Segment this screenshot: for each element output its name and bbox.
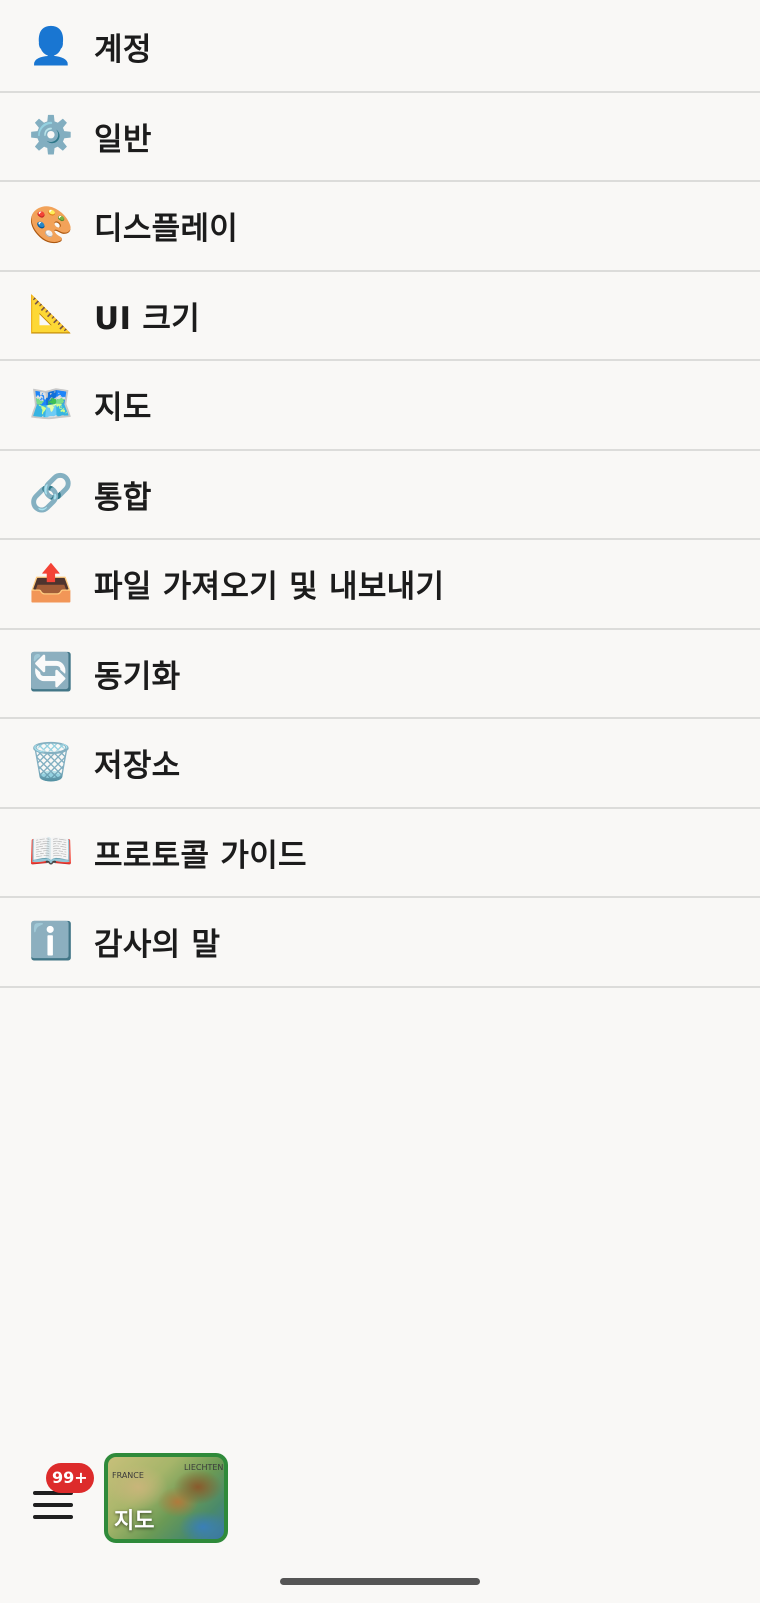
- triangular-ruler-icon: 📐: [28, 294, 74, 336]
- sync-arrows-icon: 🔄: [28, 652, 74, 694]
- information-icon: ℹ️: [28, 920, 74, 962]
- outbox-tray-icon: 📤: [28, 562, 74, 604]
- palette-icon: 🎨: [28, 204, 74, 246]
- menu-item-label: 통합: [94, 479, 152, 516]
- menu-item-general[interactable]: ⚙️ 일반: [0, 93, 760, 182]
- menu-item-integration[interactable]: 🔗 통합: [0, 451, 760, 540]
- menu-item-account[interactable]: 👤 계정: [0, 3, 760, 93]
- menu-item-label: 일반: [94, 121, 152, 158]
- hamburger-line: [33, 1515, 73, 1519]
- menu-item-map[interactable]: 🗺️ 지도: [0, 361, 760, 451]
- menu-item-import-export[interactable]: 📤 파일 가져오기 및 내보내기: [0, 540, 760, 630]
- menu-item-label: UI 크기: [94, 300, 201, 337]
- notification-badge: 99+: [46, 1463, 94, 1493]
- gear-icon: ⚙️: [28, 115, 74, 157]
- user-silhouette-icon: 👤: [28, 25, 74, 67]
- menu-item-display[interactable]: 🎨 디스플레이: [0, 182, 760, 272]
- menu-item-protocol-guide[interactable]: 📖 프로토콜 가이드: [0, 809, 760, 898]
- menu-item-label: 동기화: [94, 658, 181, 695]
- settings-menu-list: 👤 계정 ⚙️ 일반 🎨 디스플레이 📐 UI 크기 🗺️ 지도 🔗 통합 📤 …: [0, 3, 760, 988]
- hamburger-line: [33, 1503, 73, 1507]
- map-thumbnail-country-label: LIECHTENS: [184, 1463, 228, 1472]
- menu-item-label: 감사의 말: [94, 927, 221, 964]
- bottom-bar: 99+ FRANCE LIECHTENS 지도: [0, 1440, 760, 1560]
- open-book-icon: 📖: [28, 831, 74, 873]
- menu-item-sync[interactable]: 🔄 동기화: [0, 630, 760, 719]
- menu-item-label: 디스플레이: [94, 211, 239, 248]
- menu-item-storage[interactable]: 🗑️ 저장소: [0, 719, 760, 809]
- hamburger-menu-button[interactable]: [33, 1488, 73, 1522]
- menu-item-label: 저장소: [94, 748, 181, 785]
- map-thumbnail-button[interactable]: FRANCE LIECHTENS 지도: [104, 1453, 228, 1543]
- home-indicator: [280, 1578, 480, 1585]
- map-thumbnail-label: 지도: [114, 1509, 155, 1534]
- menu-item-ui-size[interactable]: 📐 UI 크기: [0, 272, 760, 361]
- world-map-icon: 🗺️: [28, 383, 74, 425]
- link-icon: 🔗: [28, 473, 74, 515]
- wastebasket-icon: 🗑️: [28, 741, 74, 783]
- map-thumbnail-country-label: FRANCE: [112, 1471, 144, 1480]
- menu-item-label: 계정: [94, 32, 152, 69]
- menu-item-acknowledgements[interactable]: ℹ️ 감사의 말: [0, 898, 760, 988]
- menu-item-label: 프로토콜 가이드: [94, 837, 307, 874]
- menu-item-label: 파일 가져오기 및 내보내기: [94, 569, 445, 606]
- menu-item-label: 지도: [94, 390, 152, 427]
